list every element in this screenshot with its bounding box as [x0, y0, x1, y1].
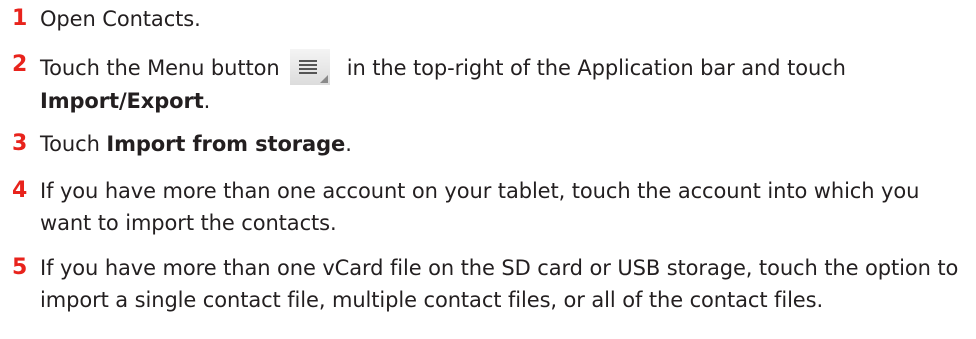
step-text-end: . [345, 132, 352, 156]
step-number: 4 [12, 178, 28, 203]
step-text-end: . [203, 89, 211, 113]
step-text: Touch Import from storage. [40, 128, 970, 160]
step-text: Open Contacts. [40, 7, 201, 31]
menu-icon [290, 49, 331, 85]
step-text-before: Touch [40, 132, 107, 156]
step-text-before: Touch the Menu button [40, 56, 280, 80]
step-number: 5 [12, 255, 28, 280]
step-text-after: in the top-right of the Application bar … [346, 56, 846, 80]
step-bold-term: Import/Export [40, 89, 204, 113]
step-number: 3 [12, 131, 28, 156]
step-number: 1 [12, 6, 28, 31]
step-bold-term: Import from storage [106, 132, 346, 156]
step-number: 2 [12, 52, 28, 77]
step-text: If you have more than one account on you… [40, 179, 920, 235]
step-text: If you have more than one vCard file on … [40, 256, 959, 312]
step-text: Touch the Menu button in the top-right o… [40, 49, 970, 117]
instruction-steps: 1 Open Contacts. 2 Touch the Menu button… [0, 0, 976, 339]
